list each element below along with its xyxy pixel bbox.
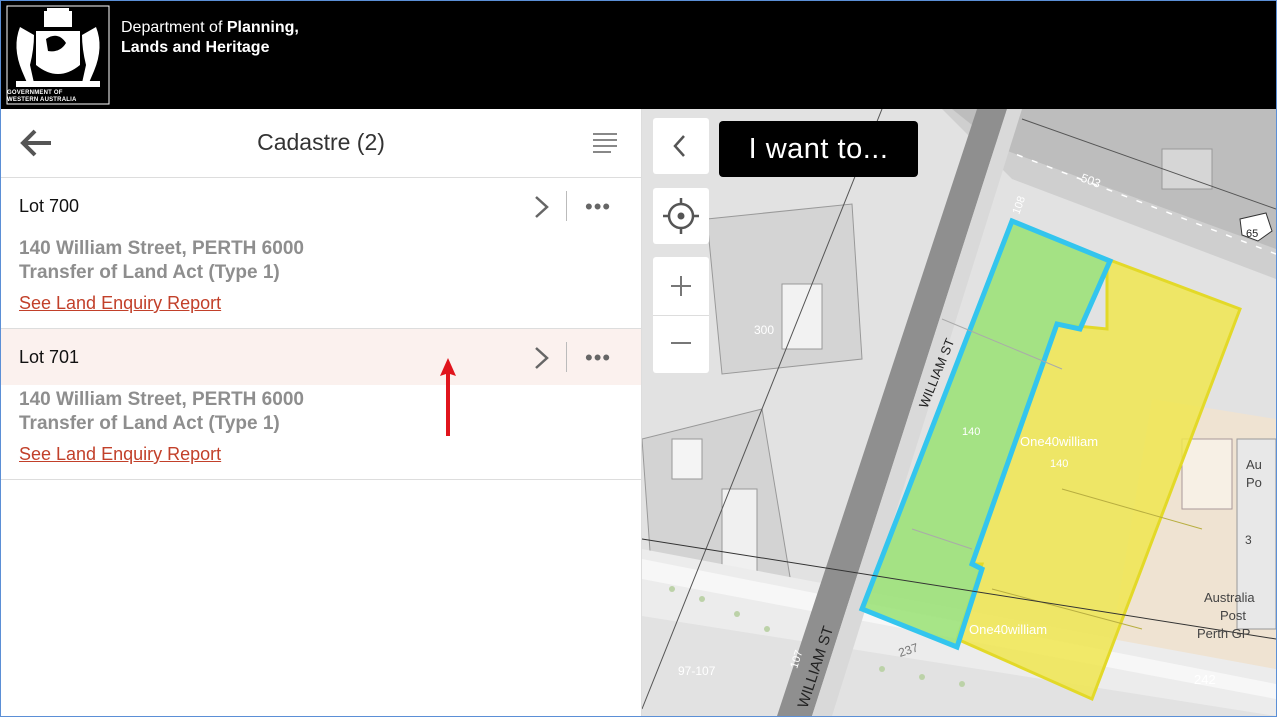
minus-icon	[671, 342, 691, 344]
chevron-right-icon[interactable]	[531, 344, 553, 372]
zoom-out-button[interactable]	[653, 316, 709, 373]
lot-title-row[interactable]: Lot 700 •••	[1, 178, 641, 234]
list-item[interactable]: Lot 701 ••• 140 William Street, PERTH 60…	[1, 329, 641, 480]
collapse-panel-button[interactable]	[653, 118, 709, 174]
map-label: 242	[1194, 672, 1216, 687]
map-label: 300	[754, 323, 774, 337]
map-canvas[interactable]: WILLIAM ST WILLIAM ST One40william One40…	[642, 109, 1276, 716]
map-label: Australia	[1204, 590, 1255, 605]
lot-address: 140 William Street, PERTH 6000	[19, 389, 304, 410]
lot-title-row[interactable]: Lot 701 •••	[1, 329, 641, 385]
header-bar: GOVERNMENT OF WESTERN AUSTRALIA Departme…	[1, 1, 1276, 109]
map-label: 140	[1050, 458, 1068, 470]
map-label: 97-107	[678, 664, 716, 678]
results-panel: Cadastre (2) Lot 700 ••• 140 William Str…	[1, 109, 642, 716]
crosshair-locate-icon	[663, 198, 699, 234]
government-label: GOVERNMENT OF WESTERN AUSTRALIA	[7, 90, 77, 103]
lot-act: Transfer of Land Act (Type 1)	[19, 413, 280, 434]
map-label: One40william	[1020, 434, 1098, 449]
list-menu-icon[interactable]	[591, 131, 619, 155]
divider	[566, 342, 567, 372]
lot-act: Transfer of Land Act (Type 1)	[19, 262, 280, 283]
map-label: 140	[962, 426, 980, 438]
panel-title: Cadastre (2)	[257, 129, 385, 155]
map-view[interactable]: WILLIAM ST WILLIAM ST One40william One40…	[642, 109, 1276, 716]
map-label: One40william	[969, 622, 1047, 637]
lot-address: 140 William Street, PERTH 6000	[19, 238, 304, 259]
map-label: Po	[1246, 475, 1262, 490]
lot-title: Lot 700	[19, 196, 80, 216]
land-enquiry-report-link[interactable]: See Land Enquiry Report	[19, 293, 221, 314]
map-label: Post	[1220, 608, 1246, 623]
map-label: Perth GP	[1197, 626, 1250, 641]
app-window: GOVERNMENT OF WESTERN AUSTRALIA Departme…	[0, 0, 1277, 717]
more-options-icon[interactable]: •••	[585, 194, 625, 219]
zoom-in-button[interactable]	[653, 257, 709, 315]
plus-icon	[671, 276, 691, 296]
divider	[566, 191, 567, 221]
i-want-to-button[interactable]: I want to...	[719, 121, 918, 177]
list-item[interactable]: Lot 700 ••• 140 William Street, PERTH 60…	[1, 178, 641, 329]
department-name: Department of Planning, Lands and Herita…	[121, 19, 299, 56]
my-location-button[interactable]	[653, 188, 709, 244]
map-label: 3	[1245, 533, 1252, 547]
panel-header: Cadastre (2)	[1, 109, 641, 178]
red-annotation-arrow-icon	[440, 358, 456, 436]
chevron-right-icon[interactable]	[531, 193, 553, 221]
chevron-left-icon	[673, 135, 685, 157]
map-label: 65	[1246, 228, 1258, 240]
more-options-icon[interactable]: •••	[585, 345, 625, 370]
zoom-controls	[653, 257, 709, 373]
map-label: Au	[1246, 457, 1262, 472]
lot-title: Lot 701	[19, 347, 80, 367]
land-enquiry-report-link[interactable]: See Land Enquiry Report	[19, 444, 221, 465]
